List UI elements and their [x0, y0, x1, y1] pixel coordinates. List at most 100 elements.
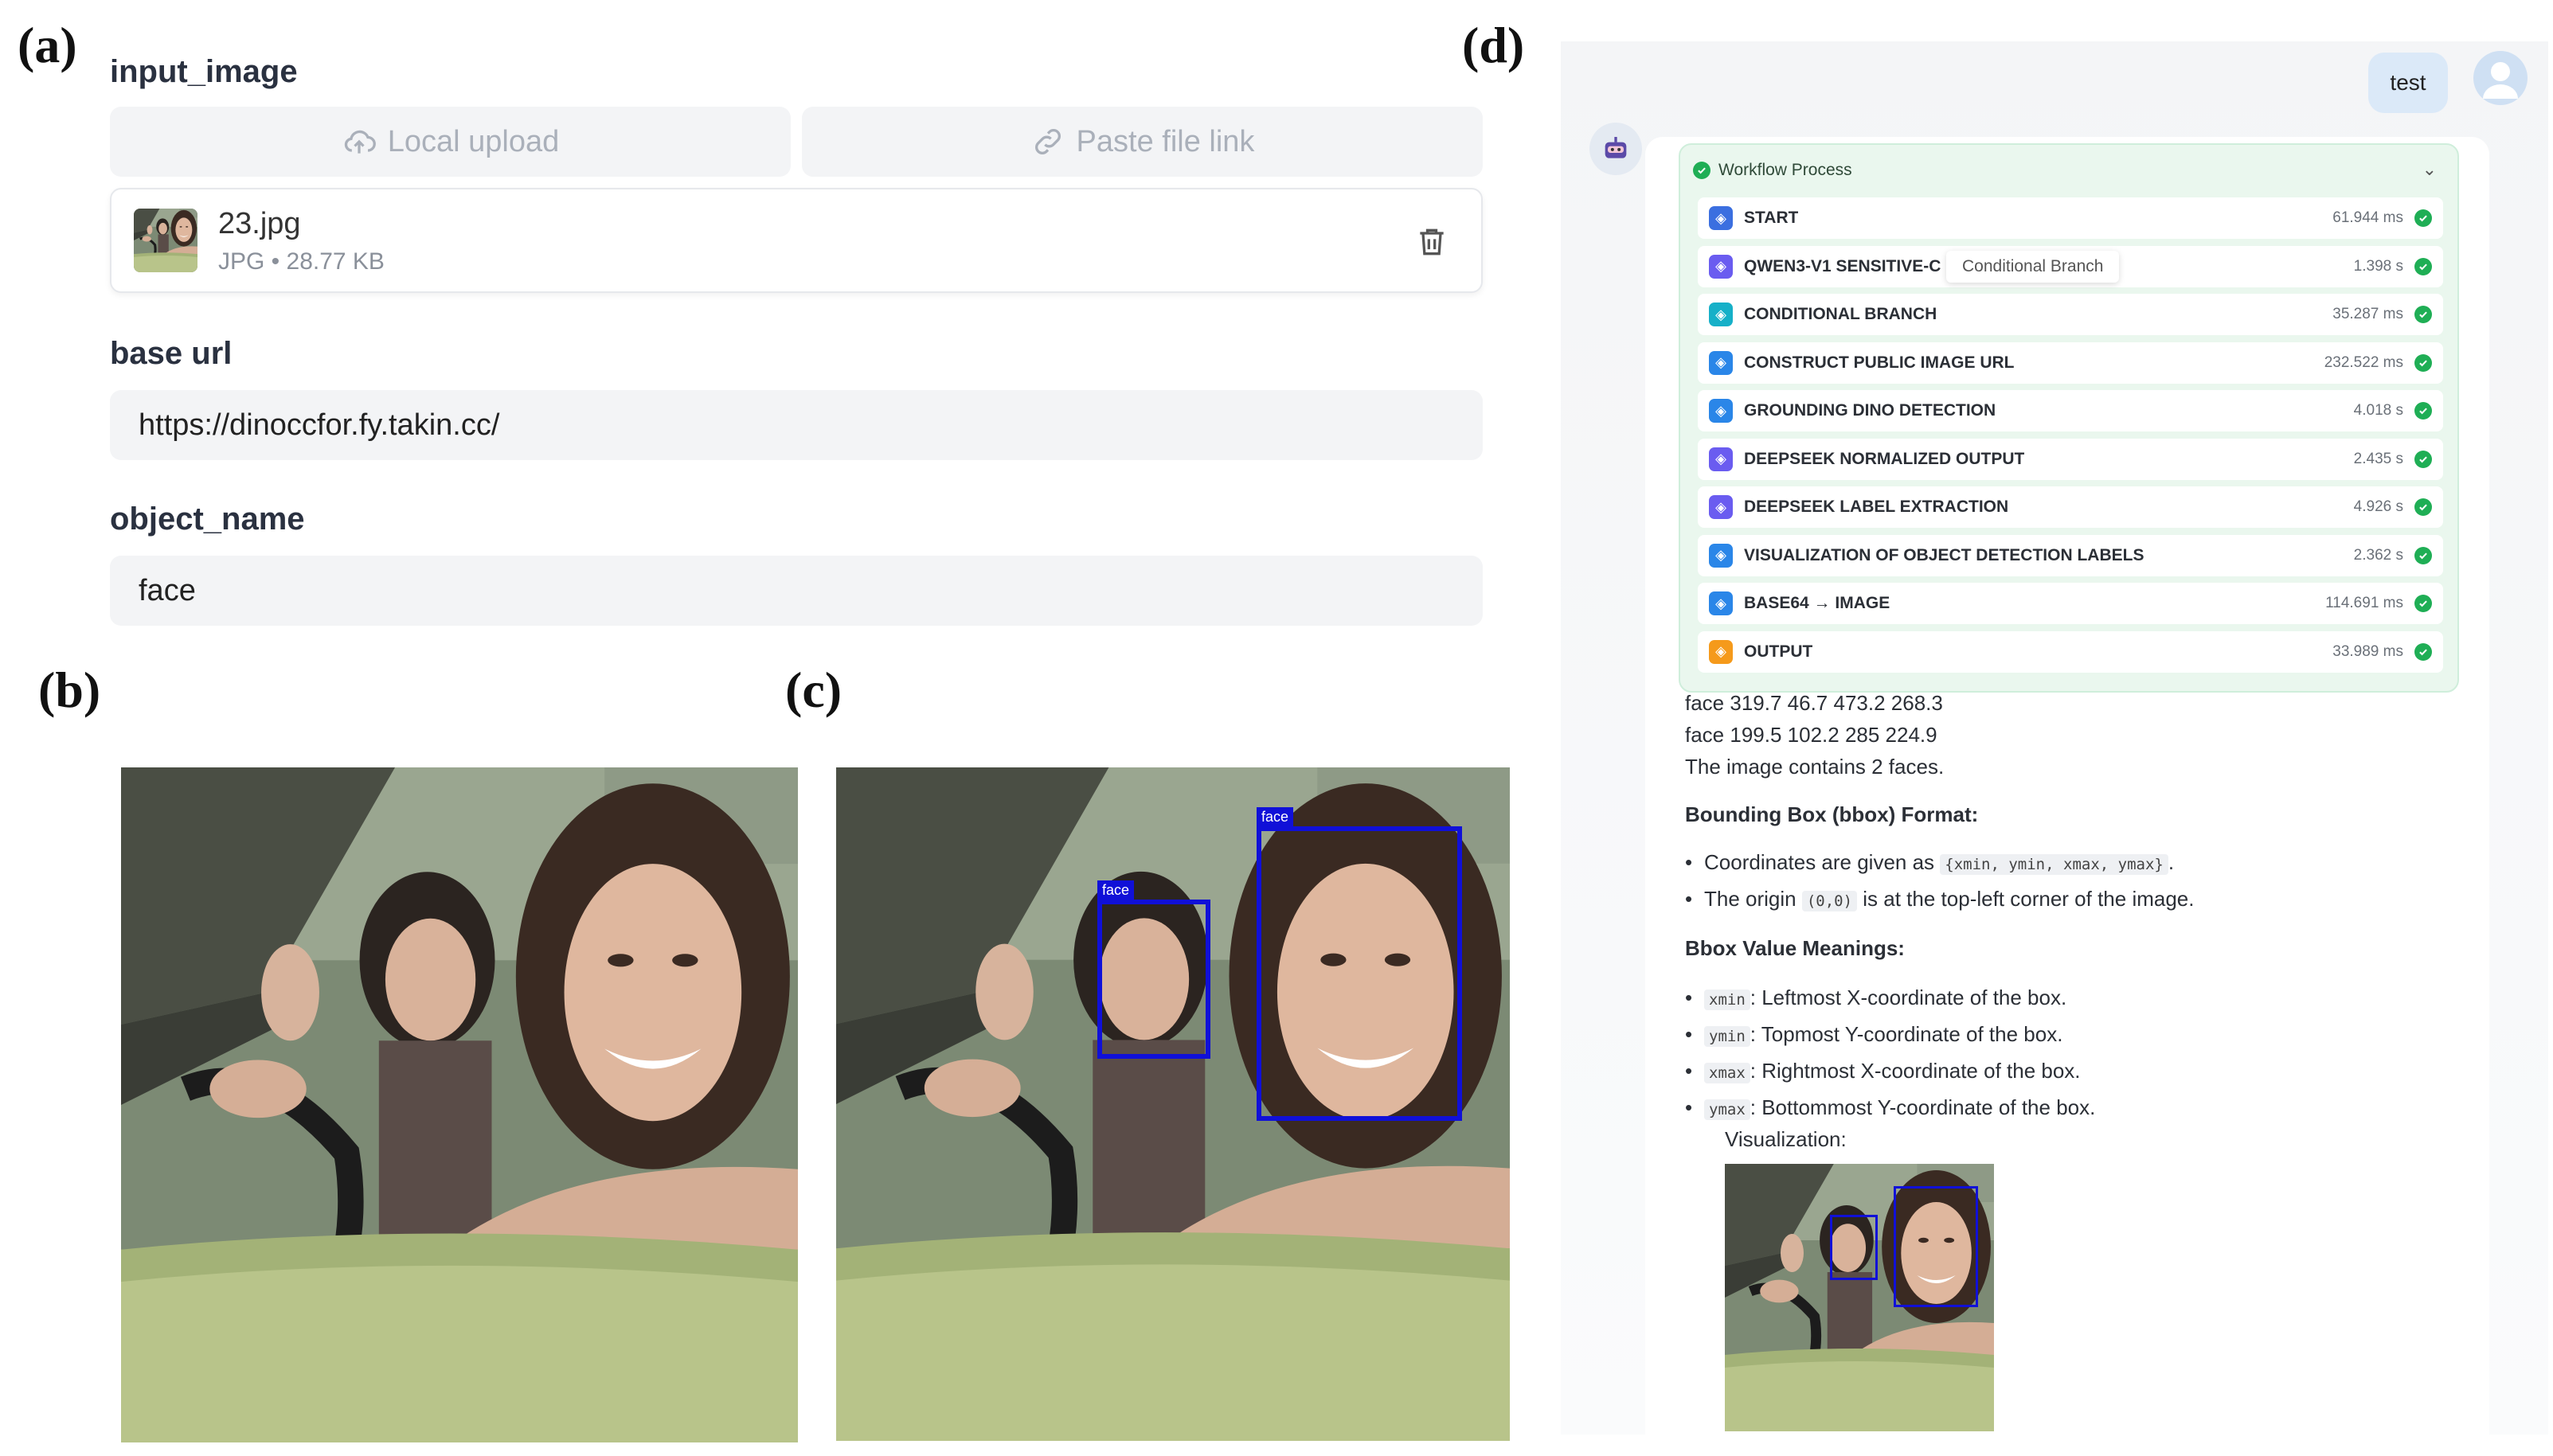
success-check-icon — [2414, 546, 2432, 564]
bbox-meaning-xmax-code: xmax — [1704, 1063, 1750, 1083]
local-upload-button[interactable]: Local upload — [110, 107, 791, 177]
workflow-process-panel[interactable]: Workflow Process ⌄ ◈ START 61.944 ms ◈ QWEN3… — [1679, 143, 2459, 693]
workflow-step-time: 4.018 s — [2353, 402, 2403, 419]
face-bbox-1-tag: face — [1097, 880, 1135, 900]
face-bbox-2 — [1257, 826, 1462, 1121]
visualization-image — [1725, 1164, 1994, 1431]
bbox-meaning-ymin-code: ymin — [1704, 1026, 1750, 1047]
file-thumbnail — [134, 209, 197, 272]
workflow-node-icon: ◈ — [1709, 399, 1733, 423]
workflow-step-time: 1.398 s — [2353, 257, 2403, 275]
trash-icon[interactable] — [1414, 223, 1449, 261]
workflow-node-icon: ◈ — [1709, 206, 1733, 230]
workflow-step-time: 35.287 ms — [2332, 306, 2403, 322]
bbox-format-item-1-end: . — [2168, 850, 2175, 874]
user-message: test — [2368, 53, 2448, 113]
workflow-step-name: DEEPSEEK LABEL EXTRACTION — [1744, 498, 2009, 516]
bbox-meaning-ymax: ymax: Bottommost Y-coordinate of the box… — [1685, 1095, 2096, 1120]
success-check-icon — [1693, 162, 1710, 179]
bbox-meaning-ymin-text: : Topmost Y-coordinate of the box. — [1750, 1022, 2063, 1046]
bbox-meaning-ymax-text: : Bottommost Y-coordinate of the box. — [1750, 1095, 2096, 1119]
workflow-step[interactable]: ◈ CONDITIONAL BRANCH 35.287 ms — [1698, 294, 2443, 335]
base-url-label: base url — [110, 336, 233, 371]
input-image-label: input_image — [110, 54, 298, 89]
vis-face-bbox-1 — [1830, 1215, 1878, 1280]
bbox-meanings-heading: Bbox Value Meanings: — [1685, 936, 1905, 960]
workflow-step-time: 2.362 s — [2353, 546, 2403, 564]
bbox-meaning-ymax-code: ymax — [1704, 1099, 1750, 1120]
workflow-step-time: 4.926 s — [2353, 498, 2403, 515]
workflow-node-icon: ◈ — [1709, 495, 1733, 519]
workflow-step-time: 61.944 ms — [2332, 209, 2403, 226]
bbox-format-item-2-text: The origin — [1704, 887, 1802, 911]
object-name-input[interactable]: face — [110, 556, 1483, 626]
workflow-step-name: GROUNDING DINO DETECTION — [1744, 401, 1996, 420]
workflow-step-time: 232.522 ms — [2324, 353, 2403, 371]
detection-result-image: face face — [836, 767, 1510, 1441]
success-check-icon — [2414, 450, 2432, 468]
workflow-step-time: 33.989 ms — [2332, 642, 2403, 660]
user-avatar — [2473, 51, 2528, 105]
paste-file-link-label: Paste file link — [1076, 124, 1255, 158]
paste-file-link-button[interactable]: Paste file link — [802, 107, 1483, 177]
workflow-node-icon: ◈ — [1709, 447, 1733, 471]
bbox-meaning-xmax: xmax: Rightmost X-coordinate of the box. — [1685, 1059, 2081, 1083]
bbox-meaning-xmin-code: xmin — [1704, 990, 1750, 1010]
bbox-format-item-1-code: {xmin, ymin, xmax, ymax} — [1940, 854, 2168, 875]
workflow-step-name: BASE64 → IMAGE — [1744, 594, 1890, 612]
file-name: 23.jpg — [218, 207, 301, 240]
vis-face-bbox-2 — [1894, 1186, 1978, 1307]
bbox-meaning-xmin: xmin: Leftmost X-coordinate of the box. — [1685, 986, 2066, 1010]
bbox-format-item-2: The origin (0,0) is at the top-left corn… — [1685, 887, 2195, 911]
panel-label-d: (d) — [1462, 17, 1525, 73]
workflow-step[interactable]: ◈ BASE64 → IMAGE 114.691 ms — [1698, 583, 2443, 624]
workflow-title: Workflow Process — [1718, 161, 1852, 179]
workflow-node-icon: ◈ — [1709, 303, 1733, 326]
chevron-down-icon[interactable]: ⌄ — [2422, 159, 2437, 180]
success-check-icon — [2414, 498, 2432, 516]
workflow-step[interactable]: ◈ GROUNDING DINO DETECTION 4.018 s — [1698, 390, 2443, 431]
bot-avatar — [1589, 123, 1642, 175]
original-image — [121, 767, 798, 1442]
upload-options: Local upload Paste file link — [110, 107, 1483, 177]
object-name-label: object_name — [110, 502, 305, 537]
workflow-step-name: DEEPSEEK NORMALIZED OUTPUT — [1744, 449, 2025, 468]
workflow-step[interactable]: ◈ DEEPSEEK NORMALIZED OUTPUT 2.435 s — [1698, 438, 2443, 480]
workflow-step-name: OUTPUT — [1744, 642, 1813, 661]
success-check-icon — [2414, 353, 2432, 372]
file-meta: JPG • 28.77 KB — [218, 248, 385, 275]
workflow-step[interactable]: ◈ CONSTRUCT PUBLIC IMAGE URL 232.522 ms — [1698, 342, 2443, 384]
result-line-3: The image contains 2 faces. — [1685, 755, 1945, 779]
workflow-step[interactable]: ◈ QWEN3-V1 SENSITIVE-C 1.398 s Conditional … — [1698, 245, 2443, 287]
workflow-node-icon: ◈ — [1709, 350, 1733, 375]
workflow-node-icon: ◈ — [1709, 543, 1733, 568]
face-bbox-2-tag: face — [1257, 807, 1294, 826]
bbox-format-item-2-end: is at the top-left corner of the image. — [1857, 887, 2195, 911]
link-icon — [1034, 129, 1061, 154]
workflow-step-time: 114.691 ms — [2325, 595, 2403, 611]
conditional-branch-tooltip: Conditional Branch — [1946, 250, 2120, 283]
success-check-icon — [2414, 306, 2432, 323]
result-line-2: face 199.5 102.2 285 224.9 — [1685, 723, 1937, 747]
workflow-step[interactable]: ◈ START 61.944 ms — [1698, 197, 2443, 239]
bbox-meaning-xmax-text: : Rightmost X-coordinate of the box. — [1750, 1059, 2081, 1083]
workflow-step[interactable]: ◈ OUTPUT 33.989 ms — [1698, 630, 2443, 673]
bbox-meaning-ymin: ymin: Topmost Y-coordinate of the box. — [1685, 1022, 2063, 1047]
workflow-steps: ◈ START 61.944 ms ◈ QWEN3-V1 SENSITIVE-C 1.39… — [1698, 197, 2443, 679]
workflow-step-name: CONSTRUCT PUBLIC IMAGE URL — [1744, 353, 2015, 372]
workflow-node-icon: ◈ — [1709, 254, 1733, 279]
workflow-step-name: START — [1744, 209, 1799, 227]
base-url-input[interactable]: https://dinoccfor.fy.takin.cc/ — [110, 390, 1483, 460]
workflow-step[interactable]: ◈ VISUALIZATION OF OBJECT DETECTION LABEL… — [1698, 534, 2443, 576]
workflow-step[interactable]: ◈ DEEPSEEK LABEL EXTRACTION 4.926 s — [1698, 486, 2443, 528]
workflow-step-name: VISUALIZATION OF OBJECT DETECTION LABELS — [1744, 545, 2144, 564]
uploaded-file-card: 23.jpg JPG • 28.77 KB — [110, 188, 1483, 293]
panel-label-b: (b) — [38, 662, 101, 718]
workflow-node-icon: ◈ — [1709, 639, 1733, 664]
panel-label-c: (c) — [785, 662, 843, 718]
workflow-step-time: 2.435 s — [2353, 450, 2403, 467]
workflow-header[interactable]: Workflow Process ⌄ — [1693, 156, 2445, 185]
workflow-node-icon: ◈ — [1709, 591, 1733, 615]
face-bbox-1 — [1097, 900, 1210, 1059]
success-check-icon — [2414, 402, 2432, 420]
